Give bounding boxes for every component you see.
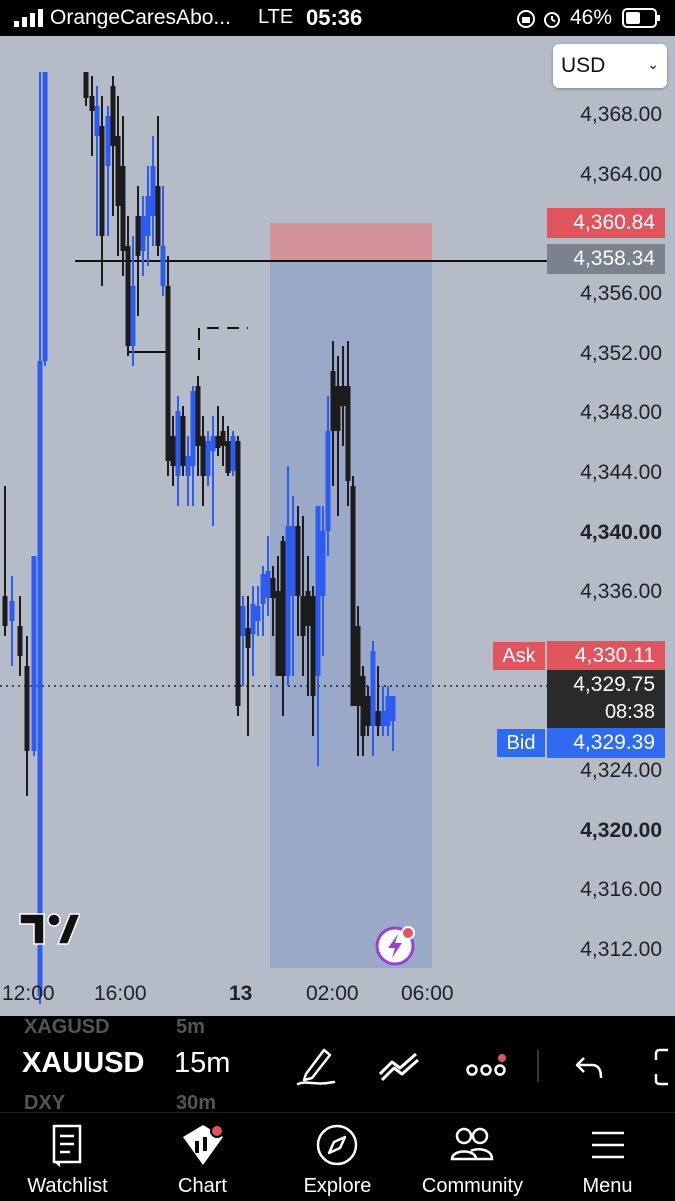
compass-icon <box>316 1124 358 1166</box>
trend-tool-icon[interactable] <box>378 1050 424 1082</box>
candle-body <box>380 711 386 726</box>
network-type: LTE <box>258 6 294 28</box>
battery-icon <box>622 8 660 28</box>
bottom-navigation: Watchlist Chart Explore Community Menu <box>0 1112 675 1201</box>
nav-label: Explore <box>303 1175 372 1197</box>
stop-price-tag: 4,360.84 <box>547 208 665 238</box>
clock: 05:36 <box>306 5 363 30</box>
last-price-value: 4,329.75 <box>573 673 655 696</box>
candle-body <box>245 628 251 648</box>
candle-body <box>145 196 151 236</box>
price-axis-label: 4,368.00 <box>580 103 662 126</box>
battery-percent: 46% <box>570 6 613 29</box>
tradingview-logo[interactable] <box>18 912 80 946</box>
price-axis-label: 4,312.00 <box>580 938 662 961</box>
candle-body <box>165 286 171 461</box>
undo-icon[interactable] <box>574 1054 604 1082</box>
lightning-icon[interactable] <box>375 924 417 966</box>
time-label: 12:00 <box>2 982 55 1005</box>
nav-label: Community <box>421 1175 524 1197</box>
candle-body <box>385 696 391 726</box>
price-axis-label: 4,352.00 <box>580 341 662 365</box>
candle-body <box>355 626 361 706</box>
more-options-icon[interactable] <box>466 1054 510 1082</box>
price-axis-label: 4,364.00 <box>580 162 662 186</box>
candle-body <box>135 216 141 256</box>
candle-body <box>24 666 30 751</box>
ghost-interval: 5m <box>176 1016 205 1038</box>
chart-icon <box>183 1124 224 1165</box>
time-label-day: 13 <box>229 982 253 1005</box>
chart-area[interactable]: USD ⌄ 4,368.00 4,364.00 4,356.00 4,352.00 4,… <box>0 36 675 1016</box>
candle-body <box>360 676 366 736</box>
candle-body <box>240 606 246 636</box>
bar-countdown: 08:38 <box>604 701 655 723</box>
nav-label: Menu <box>582 1175 633 1197</box>
price-axis-label: 4,336.00 <box>580 580 662 604</box>
candle-body <box>160 246 166 286</box>
signal-icon <box>14 9 43 27</box>
candle-body <box>155 186 161 246</box>
drawing-pen-icon[interactable] <box>296 1044 336 1086</box>
price-axis-label: 4,324.00 <box>580 759 662 783</box>
price-axis-label: 4,340.00 <box>580 520 662 544</box>
community-icon <box>450 1127 494 1161</box>
last-price-tag: 4,329.75 08:38 <box>547 670 665 728</box>
time-label: 16:00 <box>94 982 147 1005</box>
nav-chart[interactable]: Chart <box>135 1113 270 1201</box>
price-axis-label: 4,320.00 <box>580 818 662 842</box>
ask-price-tag: 4,330.11 <box>547 641 665 671</box>
candle-body <box>83 72 89 98</box>
toolbar-divider <box>537 1050 539 1082</box>
time-label: 06:00 <box>401 982 454 1005</box>
candle-body <box>375 711 381 726</box>
fullscreen-icon[interactable] <box>654 1048 675 1086</box>
status-bar: OrangeCaresAbo... LTE 05:36 46% <box>0 0 675 36</box>
nav-community[interactable]: Community <box>405 1113 540 1201</box>
candle-body <box>250 604 256 634</box>
symbol-selector[interactable]: XAUUSD <box>22 1047 144 1080</box>
nav-menu[interactable]: Menu <box>540 1113 675 1201</box>
bid-price-tag: 4,329.39 <box>547 728 665 758</box>
chart-toolbar: XAGUSD 5m XAUUSD 15m DXY 30m <box>0 1016 675 1114</box>
currency-value: USD <box>561 54 606 77</box>
nav-watchlist[interactable]: Watchlist <box>0 1113 135 1201</box>
candle-body <box>220 431 226 446</box>
entry-price-tag: 4,358.34 <box>547 244 665 274</box>
stop-loss-zone[interactable] <box>270 223 432 260</box>
chevron-down-icon: ⌄ <box>647 56 659 72</box>
lock-rotation-alarm-icon <box>517 10 560 28</box>
price-axis-label: 4,348.00 <box>580 401 662 425</box>
candle-body <box>365 696 371 726</box>
price-axis-label: 4,316.00 <box>580 878 662 902</box>
bid-label: Bid <box>497 729 545 757</box>
candle-body <box>390 696 396 721</box>
nav-label: Watchlist <box>27 1175 108 1197</box>
ask-label: Ask <box>493 642 545 670</box>
ghost-symbol: XAGUSD <box>24 1016 110 1038</box>
time-label: 02:00 <box>306 982 359 1005</box>
candle-body <box>310 596 316 696</box>
watchlist-icon <box>52 1124 82 1167</box>
carrier-name: OrangeCaresAbo... <box>50 6 231 29</box>
price-axis-label: 4,344.00 <box>580 460 662 484</box>
candle-body <box>210 436 216 451</box>
interval-selector[interactable]: 15m <box>174 1047 230 1080</box>
menu-icon <box>592 1131 624 1159</box>
candle-body <box>140 216 146 251</box>
price-axis-label: 4,356.00 <box>580 281 662 305</box>
nav-label: Chart <box>178 1175 227 1197</box>
candle-body <box>215 436 221 448</box>
nav-explore[interactable]: Explore <box>270 1113 405 1201</box>
candle-body <box>17 626 23 656</box>
candle-body <box>255 606 261 621</box>
candle-body <box>370 651 376 726</box>
candle-body <box>280 541 286 676</box>
currency-select[interactable]: USD ⌄ <box>553 44 667 88</box>
